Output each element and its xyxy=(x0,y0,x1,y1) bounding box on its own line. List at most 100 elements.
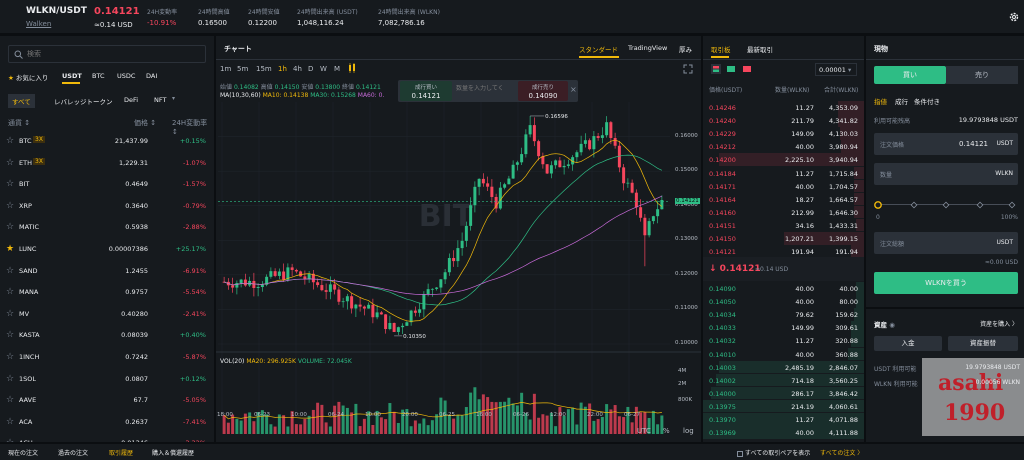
bottom-tab[interactable]: 購入＆償還履歴 xyxy=(152,448,194,457)
chart-footer-toggle[interactable]: UTC xyxy=(637,427,651,435)
pair-subtitle[interactable]: Walken xyxy=(26,20,51,28)
bid-row[interactable]: 0.14010 40.00 360.88 xyxy=(703,347,864,361)
bid-row[interactable]: 0.14050 40.00 80.00 xyxy=(703,295,864,308)
market-row[interactable]: ☆ BIT 0.4649 -1.57% xyxy=(0,173,214,194)
market-search[interactable] xyxy=(8,45,206,63)
interval-M[interactable]: M xyxy=(334,65,340,73)
market-row[interactable]: ★ LUNC 0.00007386 +25.17% xyxy=(0,238,214,259)
interval-1h[interactable]: 1h xyxy=(278,65,287,73)
interval-15m[interactable]: 15m xyxy=(256,65,272,73)
market-tab-DAI[interactable]: DAI xyxy=(146,72,157,80)
favorite-star-icon[interactable]: ☆ xyxy=(6,352,14,362)
col-pair-header[interactable]: 通貨 ↕ xyxy=(8,118,30,128)
chart-footer-toggle[interactable]: % xyxy=(663,427,670,435)
market-row[interactable]: ☆ 1INCH 0.7242 -5.87% xyxy=(0,346,214,367)
favorite-star-icon[interactable]: ☆ xyxy=(6,395,14,405)
favorite-star-icon[interactable]: ★ xyxy=(6,244,14,254)
market-row[interactable]: ☆ ACA 0.2637 -7.41% xyxy=(0,411,214,432)
eye-icon[interactable]: ◉ xyxy=(889,321,895,329)
ask-row[interactable]: 0.14150 1,207.21 1,399.15 xyxy=(703,232,864,245)
transfer-button[interactable]: 資産振替 xyxy=(948,336,1018,351)
chart-view-tab[interactable]: 厚み xyxy=(679,44,692,54)
interval-W[interactable]: W xyxy=(320,65,327,73)
settings-gear-icon[interactable] xyxy=(1008,11,1020,23)
candlestick-chart[interactable]: BIT0.165960.10350 xyxy=(216,102,701,442)
favorite-star-icon[interactable]: ☆ xyxy=(6,201,14,211)
market-row[interactable]: ☆ MV 0.40280 -2.41% xyxy=(0,303,214,324)
market-row[interactable]: ☆ XRP 0.3640 -0.79% xyxy=(0,195,214,216)
ask-row[interactable]: 0.14184 11.27 1,715.84 xyxy=(703,166,864,180)
interval-D[interactable]: D xyxy=(308,65,313,73)
ask-row[interactable]: 0.14246 11.27 4,353.09 xyxy=(703,101,864,114)
ask-row[interactable]: 0.14160 212.99 1,646.30 xyxy=(703,205,864,219)
orderbook-tab[interactable]: 取引板 xyxy=(711,44,731,54)
ask-row[interactable]: 0.14229 149.09 4,130.03 xyxy=(703,127,864,140)
ask-row[interactable]: 0.14121 191.94 191.94 xyxy=(703,245,864,258)
favorite-star-icon[interactable]: ☆ xyxy=(6,266,14,276)
show-all-pairs-checkbox[interactable]: すべての取引ペアを表示 xyxy=(737,448,810,457)
chart-view-tab[interactable]: TradingView xyxy=(628,44,667,52)
bid-row[interactable]: 0.14000 286.17 3,846.42 xyxy=(703,386,864,400)
bid-row[interactable]: 0.13975 214.19 4,060.61 xyxy=(703,399,864,413)
favorite-star-icon[interactable]: ☆ xyxy=(6,158,14,168)
sell-tab[interactable]: 売り xyxy=(946,66,1018,84)
favorite-star-icon[interactable]: ☆ xyxy=(6,136,14,146)
market-row[interactable]: ☆ SAND 1.2455 -6.91% xyxy=(0,260,214,281)
chevron-down-icon[interactable]: ▾ xyxy=(172,95,175,102)
col-price-header[interactable]: 価格 ↕ xyxy=(134,118,156,128)
interval-5m[interactable]: 5m xyxy=(237,65,248,73)
favorite-star-icon[interactable]: ☆ xyxy=(6,222,14,232)
amount-field[interactable]: 注文総額 USDT xyxy=(874,232,1018,254)
deposit-button[interactable]: 入金 xyxy=(874,336,942,351)
market-row[interactable]: ☆ KASTA 0.08039 +0.40% xyxy=(0,324,214,345)
favorite-star-icon[interactable]: ☆ xyxy=(6,438,14,442)
favorite-star-icon[interactable]: ☆ xyxy=(6,417,14,427)
market-subtab[interactable]: NFT xyxy=(150,94,170,106)
bottom-tab[interactable]: 取引履歴 xyxy=(109,448,133,457)
bottom-tab[interactable]: 現在の注文 xyxy=(8,448,38,457)
precision-select[interactable]: 0.00001 ▾ xyxy=(815,63,857,76)
ask-row[interactable]: 0.14171 40.00 1,704.57 xyxy=(703,179,864,193)
bid-row[interactable]: 0.14003 2,485.19 2,846.07 xyxy=(703,360,864,374)
all-orders-link[interactable]: すべての注文 〉 xyxy=(820,448,863,457)
chart-view-tab[interactable]: スタンダード xyxy=(579,44,618,54)
bid-row[interactable]: 0.14033 149.99 309.61 xyxy=(703,321,864,334)
bid-row[interactable]: 0.14090 40.00 40.00 xyxy=(703,282,864,295)
fullscreen-icon[interactable] xyxy=(683,64,693,74)
favorite-star-icon[interactable]: ☆ xyxy=(6,374,14,384)
bid-row[interactable]: 0.13970 11.27 4,071.88 xyxy=(703,413,864,426)
order-type-tab[interactable]: 指値 xyxy=(874,96,887,106)
market-row[interactable]: ☆ MANA 0.9757 -5.54% xyxy=(0,281,214,302)
market-row[interactable]: ☆ ACH 0.01346 -3.32% xyxy=(0,432,214,442)
market-row[interactable]: ☆ ETH 3X 1,229.31 -1.07% xyxy=(0,152,214,173)
buy-tab[interactable]: 買い xyxy=(874,66,946,84)
market-row[interactable]: ☆ AAVE 67.7 -5.05% xyxy=(0,389,214,410)
market-row[interactable]: ☆ MATIC 0.5938 -2.88% xyxy=(0,216,214,237)
favorite-star-icon[interactable]: ☆ xyxy=(6,287,14,297)
market-subtab[interactable]: DeFi xyxy=(120,94,142,106)
ob-layout-icons[interactable] xyxy=(711,64,755,74)
market-tab-BTC[interactable]: BTC xyxy=(92,72,105,80)
market-tab-USDC[interactable]: USDC xyxy=(117,72,135,80)
favorite-star-icon[interactable]: ☆ xyxy=(6,309,14,319)
ask-row[interactable]: 0.14200 2,225.10 3,940.94 xyxy=(703,153,864,166)
market-subtab[interactable]: レバレッジトークン xyxy=(50,94,117,108)
favorite-star-icon[interactable]: ☆ xyxy=(6,330,14,340)
ask-row[interactable]: 0.14212 40.00 3,980.94 xyxy=(703,140,864,153)
orderbook-tab[interactable]: 最新取引 xyxy=(747,44,773,54)
indicator-icon[interactable] xyxy=(347,63,359,73)
search-input[interactable] xyxy=(27,48,197,60)
quick-buy-button[interactable]: 成行買い 0.14121 xyxy=(400,81,452,101)
bid-row[interactable]: 0.14034 79.62 159.62 xyxy=(703,308,864,321)
interval-4h[interactable]: 4h xyxy=(293,65,302,73)
pair-title[interactable]: WLKN/USDT xyxy=(26,6,87,16)
market-tab-USDT[interactable]: USDT xyxy=(62,72,82,80)
bid-row[interactable]: 0.14002 714.18 3,560.25 xyxy=(703,373,864,387)
market-tab-お気に入り[interactable]: ★ お気に入り xyxy=(8,72,48,82)
bid-row[interactable]: 0.14032 11.27 320.88 xyxy=(703,334,864,347)
submit-buy-button[interactable]: WLKNを買う xyxy=(874,272,1018,294)
ask-row[interactable]: 0.14164 18.27 1,664.57 xyxy=(703,192,864,206)
quick-sell-button[interactable]: 成行売り 0.14090 xyxy=(518,81,568,101)
quick-qty-input[interactable] xyxy=(456,85,518,92)
bottom-tab[interactable]: 過去の注文 xyxy=(58,448,88,457)
